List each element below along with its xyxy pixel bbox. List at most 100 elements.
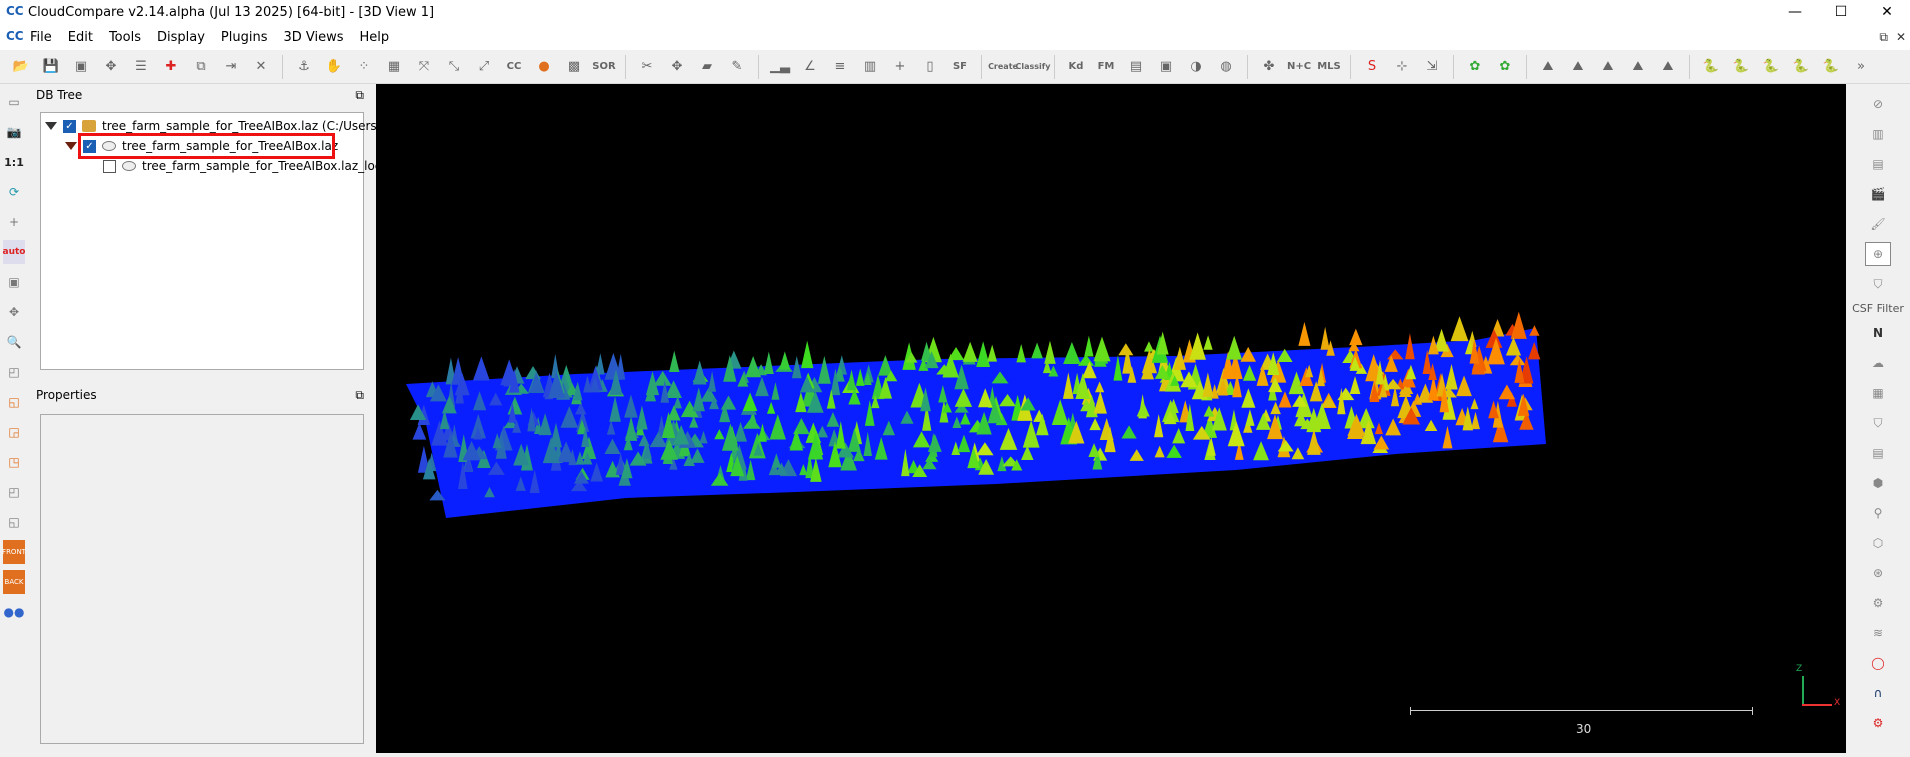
treeaibox-classify-icon[interactable]: ✿ (1492, 54, 1518, 80)
expand-arrow-icon[interactable] (45, 122, 57, 130)
top-view-icon[interactable]: ◰ (3, 360, 25, 384)
zoom-icon[interactable]: 🔍 (3, 330, 25, 354)
menu-display[interactable]: Display (149, 30, 213, 45)
mountain-icon-1[interactable]: ⛰ (1535, 54, 1561, 80)
menu-edit[interactable]: Edit (60, 30, 101, 45)
sf-button[interactable]: SF (947, 54, 973, 80)
no-entry-icon[interactable]: ⊘ (1865, 92, 1891, 116)
gradient-icon[interactable]: ∠ (797, 54, 823, 80)
mdi-close-icon[interactable]: ✕ (1896, 30, 1906, 44)
python-icon-4[interactable]: 🐍 (1788, 54, 1814, 80)
close-button[interactable]: ✕ (1864, 0, 1910, 24)
back-iso-button[interactable]: BACK (3, 570, 25, 594)
merge-icon[interactable]: ⇥ (218, 54, 244, 80)
compass-icon[interactable]: ⊕ (1865, 242, 1891, 266)
pivot-icon[interactable]: + (3, 210, 25, 234)
mountain-icon-2[interactable]: ⛰ (1565, 54, 1591, 80)
fm-button[interactable]: FM (1093, 54, 1119, 80)
menu-help[interactable]: Help (352, 30, 398, 45)
layers-icon[interactable]: ≋ (1865, 621, 1891, 645)
right-view-icon[interactable]: ◳ (3, 450, 25, 474)
align-icon[interactable]: ⤡ (441, 54, 467, 80)
segment-icon[interactable]: ✂ (634, 54, 660, 80)
mountain-icon-4[interactable]: ⛰ (1625, 54, 1651, 80)
zoom-1-1-button[interactable]: 1:1 (3, 150, 25, 174)
sf-delete-icon[interactable]: ▯ (917, 54, 943, 80)
clone-icon[interactable]: ⧉ (188, 54, 214, 80)
open-icon[interactable]: 📂 (8, 54, 34, 80)
polygon-icon[interactable]: ⬢ (1865, 471, 1891, 495)
shield-icon-2[interactable]: ⛉ (1865, 411, 1891, 435)
s-curve-icon[interactable]: S (1359, 54, 1385, 80)
menu-plugins[interactable]: Plugins (213, 30, 276, 45)
front-view-icon[interactable]: ◱ (3, 390, 25, 414)
viewport-icon[interactable]: ▭ (3, 90, 25, 114)
gear-icon[interactable]: ⚙ (1865, 711, 1891, 735)
kd-button[interactable]: Kd (1063, 54, 1089, 80)
save-all-icon[interactable]: ▣ (68, 54, 94, 80)
settings-icon[interactable]: ⚙ (1865, 591, 1891, 615)
canupo-create-button[interactable]: Create (988, 54, 1018, 80)
color-icon[interactable]: ● (531, 54, 557, 80)
list-icon[interactable]: ☰ (128, 54, 154, 80)
bottom-view-icon[interactable]: ◰ (3, 480, 25, 504)
loc-checkbox[interactable] (103, 159, 116, 173)
compass-icon[interactable]: ▣ (1153, 54, 1179, 80)
translate-icon[interactable]: ✥ (664, 54, 690, 80)
rotate-icon[interactable]: ⟳ (3, 180, 25, 204)
arch-icon[interactable]: ∩ (1865, 681, 1891, 705)
m3c2-icon[interactable]: ▦ (1865, 381, 1891, 405)
canupo-classify-button[interactable]: Classify (1016, 54, 1051, 80)
save-icon[interactable]: 💾 (38, 54, 64, 80)
python-icon-3[interactable]: 🐍 (1758, 54, 1784, 80)
histogram-icon[interactable]: ▁▃ (767, 54, 793, 80)
toolbar-overflow-icon[interactable]: » (1848, 54, 1874, 80)
treeaibox-icon[interactable]: ✿ (1462, 54, 1488, 80)
export-icon[interactable]: ⇲ (1419, 54, 1445, 80)
perspective-icon[interactable]: ▣ (3, 270, 25, 294)
sf-filter-icon[interactable]: ▥ (857, 54, 883, 80)
menu-3d-views[interactable]: 3D Views (275, 30, 351, 45)
ransac-icon[interactable]: ▤ (1865, 441, 1891, 465)
subsample-icon[interactable]: ⁘ (351, 54, 377, 80)
iso-view-icon[interactable]: ◱ (3, 510, 25, 534)
coords-icon[interactable]: ⊛ (1865, 561, 1891, 585)
clapper-icon[interactable]: 🎬 (1865, 182, 1891, 206)
tree-item-loc[interactable]: tree_farm_sample_for_TreeAIBox.laz_loc (103, 157, 381, 175)
cube-icon[interactable]: ⬡ (1865, 531, 1891, 555)
db-tree-float-icon[interactable]: ⧉ (355, 88, 364, 103)
sphere-icon[interactable]: ◑ (1183, 54, 1209, 80)
python-icon-1[interactable]: 🐍 (1698, 54, 1724, 80)
plane-icon[interactable]: ▰ (694, 54, 720, 80)
front-iso-button[interactable]: FRONT (2, 540, 26, 564)
properties-float-icon[interactable]: ⧉ (355, 388, 364, 403)
sor-button[interactable]: SOR (591, 54, 617, 80)
grid-icon[interactable]: ▦ (381, 54, 407, 80)
camera-icon[interactable]: 📷 (3, 120, 25, 144)
python-icon-5[interactable]: 🐍 (1818, 54, 1844, 80)
sgm-icon[interactable]: ▤ (1865, 152, 1891, 176)
puzzle-icon[interactable]: ✤ (1256, 54, 1282, 80)
left-view-icon[interactable]: ◲ (3, 420, 25, 444)
menu-tools[interactable]: Tools (101, 30, 149, 45)
brush-icon[interactable]: 🖌 (1865, 212, 1891, 236)
python-icon-2[interactable]: 🐍 (1728, 54, 1754, 80)
hand-icon[interactable]: ✋ (321, 54, 347, 80)
add-icon[interactable]: ✚ (158, 54, 184, 80)
shield-icon[interactable]: ⛉ (1865, 272, 1891, 296)
registration-icon[interactable]: ⤧ (411, 54, 437, 80)
stereo-icon[interactable]: ●● (3, 600, 25, 624)
nc-button[interactable]: N+C (1286, 54, 1312, 80)
rsd-icon[interactable]: ⚲ (1865, 501, 1891, 525)
hpr-icon[interactable]: ☁ (1865, 351, 1891, 375)
noise-filter-icon[interactable]: ▩ (561, 54, 587, 80)
point-picking-icon[interactable]: ✎ (724, 54, 750, 80)
mls-button[interactable]: MLS (1316, 54, 1342, 80)
menu-file[interactable]: File (22, 30, 60, 45)
add-sf-icon[interactable]: + (887, 54, 913, 80)
facets-icon[interactable]: ▤ (1123, 54, 1149, 80)
globe-icon[interactable]: ◍ (1213, 54, 1239, 80)
maximize-button[interactable]: ☐ (1818, 0, 1864, 24)
root-checkbox[interactable]: ✓ (63, 119, 76, 133)
network-icon[interactable]: ⊹ (1389, 54, 1415, 80)
